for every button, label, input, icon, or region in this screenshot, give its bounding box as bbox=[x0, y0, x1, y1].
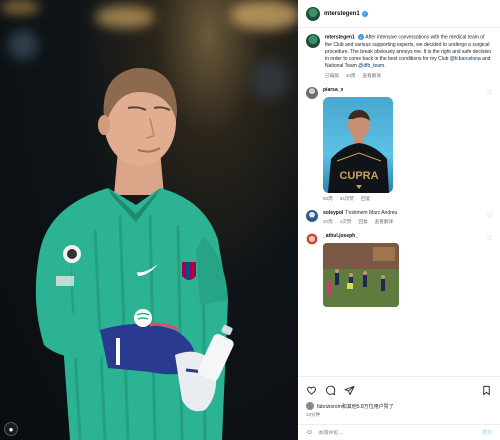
caption-author-avatar[interactable] bbox=[306, 34, 320, 48]
post-timestamp: 10分钟 bbox=[306, 412, 321, 417]
like-comment-heart-icon[interactable]: ♡ bbox=[487, 212, 492, 219]
comment-text: T'estimem Marc Andreu bbox=[344, 209, 398, 216]
see-translation-link[interactable]: 查看翻译 bbox=[375, 219, 393, 225]
save-bookmark-icon[interactable] bbox=[481, 385, 492, 396]
tagged-user-icon[interactable]: ● bbox=[4, 422, 18, 436]
post-comment-button[interactable]: 发布 bbox=[482, 429, 492, 436]
comment-likes[interactable]: 1次赞 bbox=[340, 219, 352, 225]
comment-bubble-icon[interactable] bbox=[325, 385, 336, 396]
commenter-username[interactable]: soleypol bbox=[323, 210, 343, 216]
likes-summary[interactable]: fabriziorom和其他5.8万位用户赞了 bbox=[306, 402, 492, 410]
liked-by-text: fabriziorom和其他5.8万位用户赞了 bbox=[317, 403, 394, 410]
like-comment-heart-icon[interactable]: ♡ bbox=[487, 235, 492, 242]
comment-likes[interactable]: 34次赞 bbox=[340, 196, 354, 202]
cupra-jersey-text: CUPRA bbox=[339, 170, 378, 182]
author-username[interactable]: mterstegen1 bbox=[324, 11, 360, 17]
post-footer: fabriziorom和其他5.8万位用户赞了 10分钟 ☺ 发布 bbox=[298, 376, 500, 440]
post-photo[interactable]: ● bbox=[0, 0, 298, 440]
reply-link[interactable]: 回复 bbox=[358, 219, 367, 225]
comment-meta: 40周 1次赞 回复 查看翻译 bbox=[323, 219, 492, 225]
commenter-avatar[interactable] bbox=[306, 86, 318, 99]
verified-badge-icon: ✓ bbox=[358, 34, 365, 40]
mention-link-fcbarcelona[interactable]: @fcbarcelona bbox=[450, 56, 481, 62]
comments-scroll-area[interactable]: mterstegen1 ✓ After intensive conversati… bbox=[298, 28, 500, 376]
comment-time: 60周 bbox=[323, 195, 333, 201]
comment-item: _athul.joseph_ ♡ bbox=[306, 232, 492, 307]
caption-meta: 已编辑 40周 查看翻译 bbox=[325, 73, 492, 79]
add-comment-bar: ☺ 发布 bbox=[298, 424, 500, 440]
action-bar bbox=[306, 383, 492, 397]
comment-time: 40周 bbox=[323, 218, 333, 224]
verified-badge-icon: ✓ bbox=[361, 10, 368, 17]
comment-meta: 60周 34次赞 回复 bbox=[323, 196, 492, 202]
comment-image-illustration: CUPRA bbox=[328, 109, 389, 193]
post-caption: mterstegen1 ✓ After intensive conversati… bbox=[306, 34, 492, 79]
commenter-avatar[interactable] bbox=[306, 232, 318, 245]
emoji-icon[interactable]: ☺ bbox=[306, 429, 313, 436]
comment-line: soleypol T'estimem Marc Andreu bbox=[323, 210, 492, 216]
goalkeeper-illustration bbox=[35, 67, 234, 440]
comment-image[interactable] bbox=[323, 242, 399, 307]
post-header: mterstegen1 ✓ bbox=[298, 0, 500, 28]
comment-image-illustration bbox=[323, 242, 399, 307]
reply-link[interactable]: 回复 bbox=[361, 196, 370, 202]
caption-time: 40周 bbox=[345, 72, 356, 78]
see-translation-link[interactable]: 查看翻译 bbox=[363, 73, 381, 79]
commenter-avatar[interactable] bbox=[306, 209, 318, 222]
commenter-username[interactable]: piarsa_x bbox=[323, 87, 492, 93]
commenter-username[interactable]: _athul.joseph_ bbox=[323, 233, 492, 239]
author-avatar[interactable] bbox=[306, 6, 320, 21]
caption-end: . bbox=[384, 62, 386, 69]
liker-avatar bbox=[306, 402, 314, 410]
share-send-icon[interactable] bbox=[344, 385, 355, 396]
edited-label: 已编辑 bbox=[325, 72, 339, 78]
instagram-post-view: ● mterstegen1 ✓ mterstegen1 ✓ After inte… bbox=[0, 0, 500, 440]
comment-item: piarsa_x CUPRA 60周 34次赞 回复 ♡ bbox=[306, 86, 492, 202]
comment-image[interactable]: CUPRA bbox=[323, 96, 393, 193]
add-comment-input[interactable] bbox=[318, 429, 477, 436]
like-comment-heart-icon[interactable]: ♡ bbox=[487, 89, 492, 96]
post-sidebar: mterstegen1 ✓ mterstegen1 ✓ After intens… bbox=[298, 0, 500, 440]
like-heart-icon[interactable] bbox=[306, 385, 317, 396]
caption-text: mterstegen1 ✓ After intensive conversati… bbox=[325, 34, 492, 70]
mention-link-dfb-team[interactable]: @dfb_team bbox=[358, 63, 384, 69]
comment-item: soleypol T'estimem Marc Andreu 40周 1次赞 回… bbox=[306, 209, 492, 225]
caption-username[interactable]: mterstegen1 bbox=[325, 35, 355, 41]
